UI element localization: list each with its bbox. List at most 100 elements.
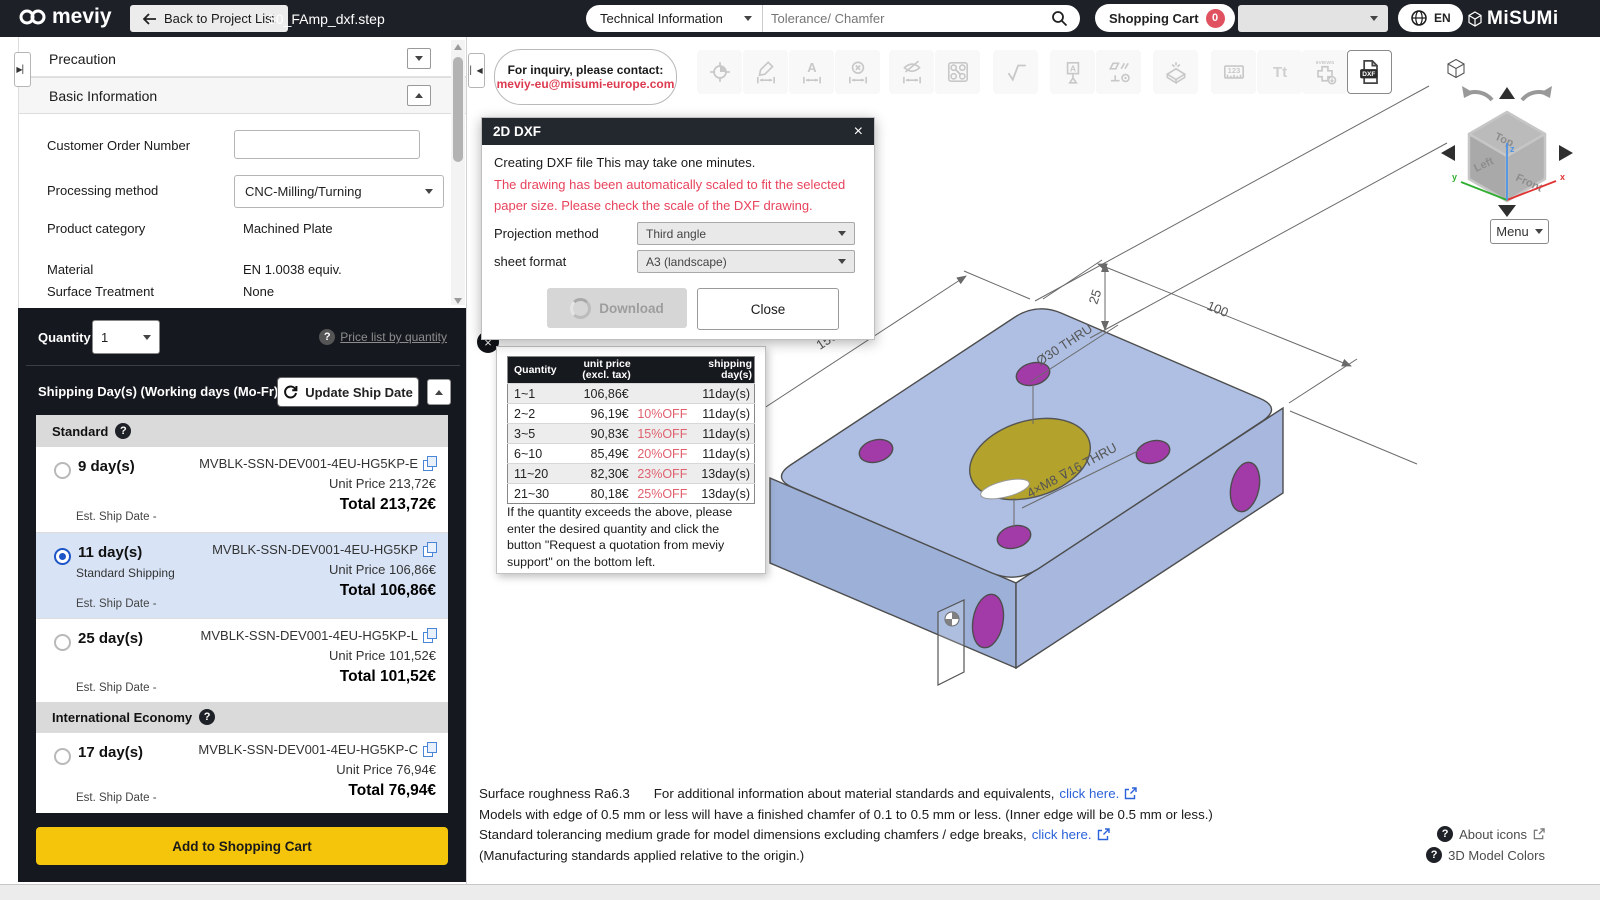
model-colors-label: 3D Model Colors [1448, 848, 1545, 863]
tolerancing-note: Standard tolerancing medium grade for mo… [479, 827, 1027, 842]
dxf-export-button[interactable]: DXF [1347, 50, 1392, 94]
radio-17days[interactable] [54, 748, 71, 765]
datum-symbol-button[interactable]: A [1050, 50, 1095, 94]
price-list-link[interactable]: ? Price list by quantity [319, 329, 447, 345]
rotate-left-arrow[interactable] [1441, 145, 1455, 161]
help-icon: ? [1437, 826, 1453, 842]
viewer-menu-button[interactable]: Menu [1490, 219, 1549, 244]
surface-roughness-button[interactable] [993, 50, 1038, 94]
table-row: 11~2082,30€23%OFF13day(s) [508, 464, 755, 484]
sheet-format-select[interactable]: A3 (landscape) [637, 250, 855, 273]
shipping-option-9days[interactable]: 9 day(s) MVBLK-SSN-DEV001-4EU-HG5KP-E Un… [36, 447, 448, 532]
sheet-format-value: A3 (landscape) [646, 255, 727, 269]
search-category-dropdown[interactable]: Technical Information [586, 5, 763, 32]
copy-icon[interactable] [423, 628, 436, 643]
rotate-left-arrowhead[interactable] [1462, 86, 1474, 98]
geometric-tolerance-button[interactable] [1096, 50, 1141, 94]
rotate-down-arrow[interactable] [1498, 205, 1516, 217]
surface-roughness-note: Surface roughness Ra6.3 [479, 786, 630, 801]
total-price: Total 213,72€ [340, 496, 436, 514]
dim-100: 100 [1205, 298, 1231, 320]
language-button[interactable]: EN [1398, 4, 1463, 32]
material-value: EN 1.0038 equiv. [243, 262, 342, 277]
close-label: Close [751, 302, 786, 317]
processing-method-select[interactable]: CNC-Milling/Turning [234, 175, 444, 208]
delete-dimension-button[interactable] [835, 50, 880, 94]
rotate-right-arrow[interactable] [1559, 145, 1573, 161]
spinner-icon [570, 298, 591, 319]
part-number: MVBLK-SSN-DEV001-4EU-HG5KP [212, 542, 436, 557]
projection-method-select[interactable]: Third angle [637, 222, 855, 245]
rotate-right-arrowhead[interactable] [1540, 86, 1552, 98]
sidebar-scrollbar-thumb[interactable] [453, 57, 463, 162]
3d-model-colors-link[interactable]: ? 3D Model Colors [1426, 847, 1545, 863]
edge-chamfer-button[interactable] [1153, 50, 1198, 94]
total-price: Total 76,94€ [348, 782, 436, 800]
sidebar-expand-handle[interactable]: ▶▏ [14, 52, 31, 87]
hole-group-button[interactable] [935, 50, 980, 94]
external-link-icon[interactable] [1097, 828, 1110, 841]
basic-info-row: Basic Information [19, 77, 467, 114]
shipping-option-25days[interactable]: 25 day(s) MVBLK-SSN-DEV001-4EU-HG5KP-L U… [36, 618, 448, 703]
part-number: MVBLK-SSN-DEV001-4EU-HG5KP-C [198, 742, 436, 757]
table-header-row: Quantity unit price(excl. tax) shippingd… [508, 357, 755, 384]
2d-dxf-dialog: 2D DXF × Creating DXF file This may take… [481, 117, 875, 340]
standard-group-header: Standard ? [36, 415, 448, 447]
close-icon[interactable]: × [854, 124, 863, 140]
shipping-option-17days[interactable]: 17 day(s) MVBLK-SSN-DEV001-4EU-HG5KP-C U… [36, 732, 448, 813]
shipping-collapse-button[interactable] [427, 379, 451, 405]
chevron-down-icon [425, 189, 433, 194]
locate-dimension-button[interactable] [697, 50, 742, 94]
copy-icon[interactable] [423, 542, 436, 557]
back-to-project-list-button[interactable]: Back to Project List [130, 5, 288, 32]
search-input[interactable] [763, 11, 1051, 26]
rotate-up-arrow[interactable] [1499, 87, 1515, 99]
copy-icon[interactable] [423, 456, 436, 471]
text-annotation-button[interactable]: Tt [1257, 50, 1302, 94]
precaution-expand-button[interactable] [407, 48, 431, 69]
external-link-icon[interactable] [1124, 787, 1137, 800]
measurement-button[interactable]: 123 [1211, 50, 1256, 94]
help-icon: ? [199, 709, 215, 725]
svg-text:A: A [807, 60, 817, 75]
shipping-option-11days[interactable]: 11 day(s) Standard Shipping MVBLK-SSN-DE… [36, 532, 448, 619]
search-bar: Technical Information [586, 5, 1080, 32]
download-label: Download [599, 301, 664, 316]
copy-icon[interactable] [423, 742, 436, 757]
basic-info-collapse-button[interactable] [407, 85, 431, 106]
eye-slash-dimension-icon [899, 59, 925, 85]
radio-25days[interactable] [54, 634, 71, 651]
scrollbar-down-icon[interactable] [454, 298, 462, 304]
six-views-button[interactable]: 6VIEWS [1302, 50, 1347, 94]
intl-header-label: International Economy [52, 710, 192, 725]
machined-plate-model[interactable] [770, 309, 1283, 685]
project-dropdown[interactable] [1238, 5, 1388, 32]
download-button[interactable]: Download [547, 288, 687, 328]
tolerancing-link[interactable]: click here. [1032, 827, 1092, 842]
surface-finish-icon [1003, 59, 1029, 85]
svg-text:Tt: Tt [1272, 64, 1286, 81]
search-icon[interactable] [1051, 10, 1068, 27]
table-row: 6~1085,49€20%OFF11day(s) [508, 444, 755, 464]
hide-dimension-button[interactable] [889, 50, 934, 94]
text-dimension-button[interactable]: A [789, 50, 834, 94]
view-cube-widget[interactable]: Top Left Front y x z [1400, 50, 1600, 218]
update-ship-date-button[interactable]: Update Ship Date [277, 377, 419, 407]
radio-9days[interactable] [54, 462, 71, 479]
dxf-file-icon: DXF [1356, 58, 1384, 86]
add-to-shopping-cart-button[interactable]: Add to Shopping Cart [36, 827, 448, 865]
sheet-format-label: sheet format [494, 254, 566, 269]
quantity-select[interactable]: 1 [92, 320, 160, 354]
shopping-cart-button[interactable]: Shopping Cart 0 [1095, 4, 1235, 32]
customer-order-input[interactable] [234, 130, 420, 159]
bottom-scroll-strip[interactable] [0, 884, 1600, 900]
misumi-brand: MiSUMi [1468, 0, 1559, 37]
material-standards-link[interactable]: click here. [1059, 786, 1119, 801]
quantity-value: 1 [101, 330, 108, 345]
edit-dimension-button[interactable] [743, 50, 788, 94]
cube-mode-icon[interactable] [1448, 60, 1464, 79]
about-icons-link[interactable]: ? About icons [1437, 826, 1545, 842]
close-button[interactable]: Close [697, 288, 839, 330]
radio-11days-selected[interactable] [54, 548, 71, 565]
scrollbar-up-icon[interactable] [454, 44, 462, 50]
